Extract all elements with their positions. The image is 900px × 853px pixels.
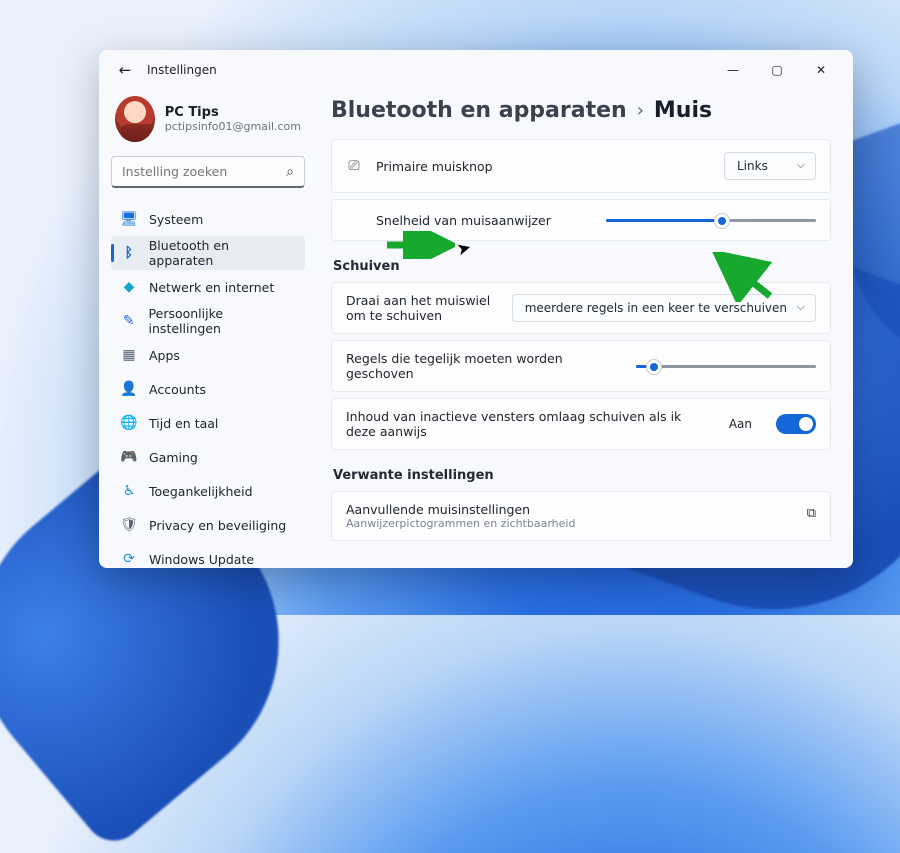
primary-button-select[interactable]: Links [724,152,816,180]
window-title: Instellingen [147,63,217,77]
setting-pointer-speed: Snelheid van muisaanwijzer [331,199,831,241]
brush-icon: ✎ [121,313,137,329]
sidebar-item-label: Tijd en taal [149,416,218,431]
monitor-icon: 🖥 [121,211,137,227]
breadcrumb-parent[interactable]: Bluetooth en apparaten [331,98,627,123]
minimize-button[interactable]: — [711,55,755,85]
setting-label: Draai aan het muiswiel om te schuiven [346,293,498,323]
page-title: Muis [654,98,712,123]
sidebar-item-accessibility[interactable]: ♿ Toegankelijkheid [111,474,305,508]
setting-inactive-scroll: Inhoud van inactieve vensters omlaag sch… [331,398,831,450]
sidebar-item-label: Apps [149,348,180,363]
sidebar-item-system[interactable]: 🖥 Systeem [111,202,305,236]
update-icon: ⟳ [121,551,137,567]
user-name: PC Tips [165,105,301,120]
shield-icon: 🛡 [121,517,137,533]
apps-icon: ▦ [121,347,137,363]
link-title: Aanvullende muisinstellingen [346,502,575,517]
mouse-icon: ⎚ [346,158,362,174]
sidebar-item-label: Systeem [149,212,203,227]
sidebar: PC Tips pctipsinfo01@gmail.com ⌕ 🖥 Syste… [99,90,317,568]
minimize-icon: — [727,63,739,77]
setting-primary-mouse-button: ⎚ Primaire muisknop Links [331,139,831,193]
sidebar-item-bluetooth-devices[interactable]: ᛒ Bluetooth en apparaten [111,236,305,270]
back-arrow-icon: ← [119,61,132,79]
related-mouse-settings-link[interactable]: Aanvullende muisinstellingen Aanwijzerpi… [331,491,831,541]
select-value: meerdere regels in een keer te verschuiv… [525,301,787,315]
globe-time-icon: 🌐 [121,415,137,431]
content-area: Bluetooth en apparaten › Muis ⎚ Primaire… [317,90,853,568]
settings-window: ← Instellingen — ▢ ✕ PC Tips pctipsinfo0… [99,50,853,568]
sidebar-nav: 🖥 Systeem ᛒ Bluetooth en apparaten ◆ Net… [111,202,305,568]
search-field[interactable]: ⌕ [111,156,305,188]
account-icon: 👤 [121,381,137,397]
sidebar-item-label: Accounts [149,382,206,397]
sidebar-item-label: Privacy en beveiliging [149,518,286,533]
toggle-state-label: Aan [729,417,752,431]
avatar [115,96,155,142]
setting-label: Snelheid van muisaanwijzer [376,213,592,228]
inactive-scroll-toggle[interactable] [776,414,816,434]
close-icon: ✕ [816,63,826,77]
search-input[interactable] [122,164,272,179]
sidebar-item-windows-update[interactable]: ⟳ Windows Update [111,542,305,568]
sidebar-item-network[interactable]: ◆ Netwerk en internet [111,270,305,304]
slider-thumb[interactable] [715,214,729,228]
sidebar-item-personalization[interactable]: ✎ Persoonlijke instellingen [111,304,305,338]
sidebar-item-accounts[interactable]: 👤 Accounts [111,372,305,406]
titlebar: ← Instellingen — ▢ ✕ [99,50,853,90]
bluetooth-icon: ᛒ [121,245,137,261]
pointer-speed-slider[interactable] [606,212,816,228]
sidebar-item-label: Windows Update [149,552,254,567]
section-heading-related: Verwante instellingen [333,468,829,483]
gamepad-icon: 🎮 [121,449,137,465]
external-link-icon: ⧉ [807,506,816,521]
maximize-button[interactable]: ▢ [755,55,799,85]
back-button[interactable]: ← [109,61,141,79]
setting-label: Primaire muisknop [376,159,710,174]
sidebar-item-apps[interactable]: ▦ Apps [111,338,305,372]
lines-slider[interactable] [636,358,816,374]
sidebar-item-privacy[interactable]: 🛡 Privacy en beveiliging [111,508,305,542]
scroll-wheel-select[interactable]: meerdere regels in een keer te verschuiv… [512,294,816,322]
sidebar-item-label: Persoonlijke instellingen [149,306,295,336]
close-button[interactable]: ✕ [799,55,843,85]
chevron-right-icon: › [637,100,644,121]
sidebar-item-label: Gaming [149,450,198,465]
setting-lines-at-once: Regels die tegelijk moeten worden gescho… [331,340,831,392]
link-subtitle: Aanwijzerpictogrammen en zichtbaarheid [346,517,575,530]
section-heading-scroll: Schuiven [333,259,829,274]
wifi-icon: ◆ [121,279,137,295]
sidebar-item-label: Netwerk en internet [149,280,274,295]
sidebar-item-time-language[interactable]: 🌐 Tijd en taal [111,406,305,440]
select-value: Links [737,159,768,173]
breadcrumb: Bluetooth en apparaten › Muis [331,98,831,123]
user-email: pctipsinfo01@gmail.com [165,120,301,133]
setting-label: Inhoud van inactieve vensters omlaag sch… [346,409,715,439]
user-profile[interactable]: PC Tips pctipsinfo01@gmail.com [111,90,305,156]
setting-scroll-wheel: Draai aan het muiswiel om te schuiven me… [331,282,831,334]
maximize-icon: ▢ [771,63,782,77]
setting-label: Regels die tegelijk moeten worden gescho… [346,351,622,381]
sidebar-item-label: Bluetooth en apparaten [149,238,295,268]
sidebar-item-gaming[interactable]: 🎮 Gaming [111,440,305,474]
sidebar-item-label: Toegankelijkheid [149,484,253,499]
search-icon: ⌕ [286,164,294,180]
accessibility-icon: ♿ [121,483,137,499]
slider-thumb[interactable] [647,360,661,374]
